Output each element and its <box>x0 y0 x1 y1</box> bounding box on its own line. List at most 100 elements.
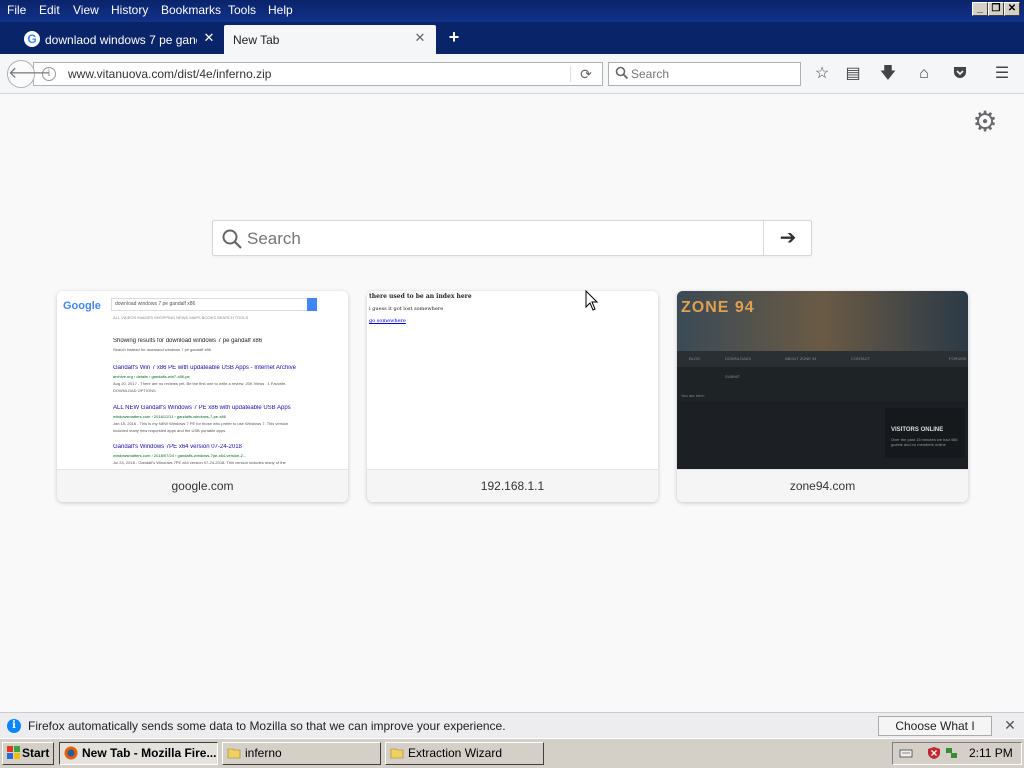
taskbar-firefox[interactable]: New Tab - Mozilla Fire... <box>59 742 218 765</box>
google-logo: Google <box>63 300 101 312</box>
nav-bar: i www.vitanuova.com/dist/4e/inferno.zip … <box>0 54 1024 94</box>
menu-bookmarks[interactable]: Bookmarks <box>161 3 221 17</box>
taskbar-inferno[interactable]: inferno <box>222 742 381 765</box>
menu-history[interactable]: History <box>111 3 148 17</box>
menu-file[interactable]: File <box>7 3 26 17</box>
zone94-logo: ZONE 94 <box>681 299 755 316</box>
choose-what-i-share-button[interactable]: Choose What I Share <box>878 716 992 751</box>
top-site-tile[interactable]: there used to be an index here i guess i… <box>367 291 658 502</box>
tile-label: zone94.com <box>677 469 968 502</box>
tile-thumbnail: Google download windows 7 pe gandalf x86… <box>57 291 348 469</box>
task-label: inferno <box>245 746 282 760</box>
tab-new-tab[interactable]: New Tab ✕ <box>224 25 436 54</box>
notification-text: Firefox automatically sends some data to… <box>28 719 506 733</box>
top-site-tile[interactable]: Google download windows 7 pe gandalf x86… <box>57 291 348 502</box>
search-bar[interactable] <box>608 62 801 86</box>
thumb-search-tabs: ALL VIDEOS IMAGES SHOPPING NEWS MAPS BOO… <box>113 315 249 320</box>
top-site-tile[interactable]: ZONE 94 BLOG DOWNLOADS ABOUT ZONE 94 CON… <box>677 291 968 502</box>
windows-logo-icon <box>7 746 20 759</box>
tile-thumbnail: ZONE 94 BLOG DOWNLOADS ABOUT ZONE 94 CON… <box>677 291 968 469</box>
mouse-cursor-icon <box>585 290 599 311</box>
google-g-icon: G <box>24 31 40 47</box>
tile-label: 192.168.1.1 <box>367 469 658 502</box>
folder-icon <box>227 748 241 759</box>
info-icon: i <box>7 719 21 733</box>
newtab-search-input[interactable] <box>247 229 747 249</box>
taskbar: Start New Tab - Mozilla Fire... inferno … <box>0 738 1024 768</box>
thumb-text: included many new requested apps and the… <box>113 428 227 433</box>
search-icon <box>615 66 629 80</box>
close-icon[interactable]: ✕ <box>1003 718 1017 732</box>
network-icon[interactable] <box>945 746 959 760</box>
url-text[interactable]: www.vitanuova.com/dist/4e/inferno.zip <box>68 67 271 81</box>
thumb-text: ALL NEW Gandalf's Windows 7 PE x86 with … <box>113 405 291 411</box>
menu-bar: File Edit View History Bookmarks Tools H… <box>0 0 1024 22</box>
thumb-text: FORUMS <box>949 356 967 361</box>
menu-view[interactable]: View <box>73 3 99 17</box>
url-bar[interactable]: i www.vitanuova.com/dist/4e/inferno.zip … <box>33 62 603 86</box>
thumb-text: windowsmatters.com › 2018/07/24 › gandal… <box>113 453 247 458</box>
thumb-text: Showing results for download windows 7 p… <box>113 338 263 344</box>
thumb-text: Aug 20, 2017 - There are no reviews yet.… <box>113 381 287 386</box>
firefox-icon <box>64 746 78 760</box>
tile-label: google.com <box>57 469 348 502</box>
bookmark-star-icon[interactable]: ☆ <box>811 64 833 84</box>
folder-icon <box>390 748 404 759</box>
tab-strip: G downlaod windows 7 pe gand... ✕ New Ta… <box>0 22 1024 54</box>
start-label: Start <box>22 746 50 760</box>
thumb-search-box: download windows 7 pe gandalf x86 <box>111 298 317 311</box>
thumb-text: there used to be an index here <box>369 293 472 300</box>
thumb-text: DOWNLOAD OPTIONS <box>113 388 156 393</box>
thumb-text: DOWNLOADS <box>725 356 752 361</box>
pocket-icon[interactable] <box>949 64 971 84</box>
back-arrow-icon[interactable]: 🡐 <box>7 60 51 88</box>
task-label: New Tab - Mozilla Fire... <box>82 746 217 760</box>
new-tab-plus-icon[interactable]: + <box>444 27 464 47</box>
thumb-text: archive.org › details › gandalfs-win7-x8… <box>113 374 190 379</box>
reload-icon[interactable]: ⟳ <box>576 65 596 83</box>
gear-icon[interactable]: ⚙ <box>971 108 999 136</box>
menu-edit[interactable]: Edit <box>39 3 60 17</box>
home-icon[interactable]: ⌂ <box>913 64 935 84</box>
close-tab-icon[interactable]: ✕ <box>202 31 216 45</box>
url-divider <box>570 66 571 82</box>
close-window-button[interactable]: ✕ <box>1004 2 1020 16</box>
search-go-arrow-icon[interactable]: ➔ <box>763 221 812 255</box>
hamburger-menu-icon[interactable]: ☰ <box>991 64 1013 84</box>
close-tab-icon[interactable]: ✕ <box>413 31 427 45</box>
search-icon <box>222 229 242 249</box>
taskbar-clock[interactable]: 2:11 PM <box>969 746 1013 760</box>
download-arrow-icon[interactable]: 🡇 <box>877 64 899 84</box>
thumb-text: You are here: <box>681 393 705 398</box>
task-label: Extraction Wizard <box>408 746 503 760</box>
thumb-text: Search instead for downlaod windows 7 pe… <box>113 347 211 352</box>
thumb-text: VISITORS ONLINE <box>891 427 944 433</box>
thumb-text: Over the past 15 minutes we had 466 gues… <box>891 437 958 447</box>
thumb-text: ABOUT ZONE 94 <box>785 356 817 361</box>
thumb-sidebar <box>885 408 965 458</box>
minimize-button[interactable]: _ <box>972 2 988 16</box>
keyboard-icon[interactable] <box>899 746 913 760</box>
thumb-text: Gandalf's Win 7 x86 PE with updateable U… <box>113 365 296 371</box>
search-input[interactable] <box>631 67 791 81</box>
thumb-search-button <box>307 298 317 311</box>
thumb-text: Jan 15, 2016 - This is my NEW Windows 7 … <box>113 421 289 426</box>
menu-help[interactable]: Help <box>268 3 293 17</box>
taskbar-extraction-wizard[interactable]: Extraction Wizard <box>385 742 544 765</box>
security-shield-icon[interactable] <box>927 746 941 760</box>
tab-google-search[interactable]: G downlaod windows 7 pe gand... ✕ <box>16 25 222 54</box>
tab-title: downlaod windows 7 pe gand... <box>45 33 197 47</box>
start-button[interactable]: Start <box>2 742 54 765</box>
thumb-link: go somewhere <box>369 318 406 324</box>
thumb-text: i guess it got lost somewhere <box>369 306 444 312</box>
thumb-text: Gandalf's Windows 7PE x64 version 07-24-… <box>113 444 242 450</box>
thumb-text: BLOG <box>689 356 701 361</box>
menu-tools[interactable]: Tools <box>228 3 256 17</box>
library-icon[interactable]: ▤ <box>842 64 864 84</box>
thumb-text: windowsmatters.com › 2016/11/11 › gandal… <box>113 414 226 419</box>
restore-button[interactable]: ❐ <box>988 2 1004 16</box>
tab-title: New Tab <box>233 33 280 47</box>
thumb-text: CONTACT <box>851 356 871 361</box>
notification-bar: i Firefox automatically sends some data … <box>0 712 1024 751</box>
newtab-search-box[interactable]: ➔ <box>212 220 812 256</box>
